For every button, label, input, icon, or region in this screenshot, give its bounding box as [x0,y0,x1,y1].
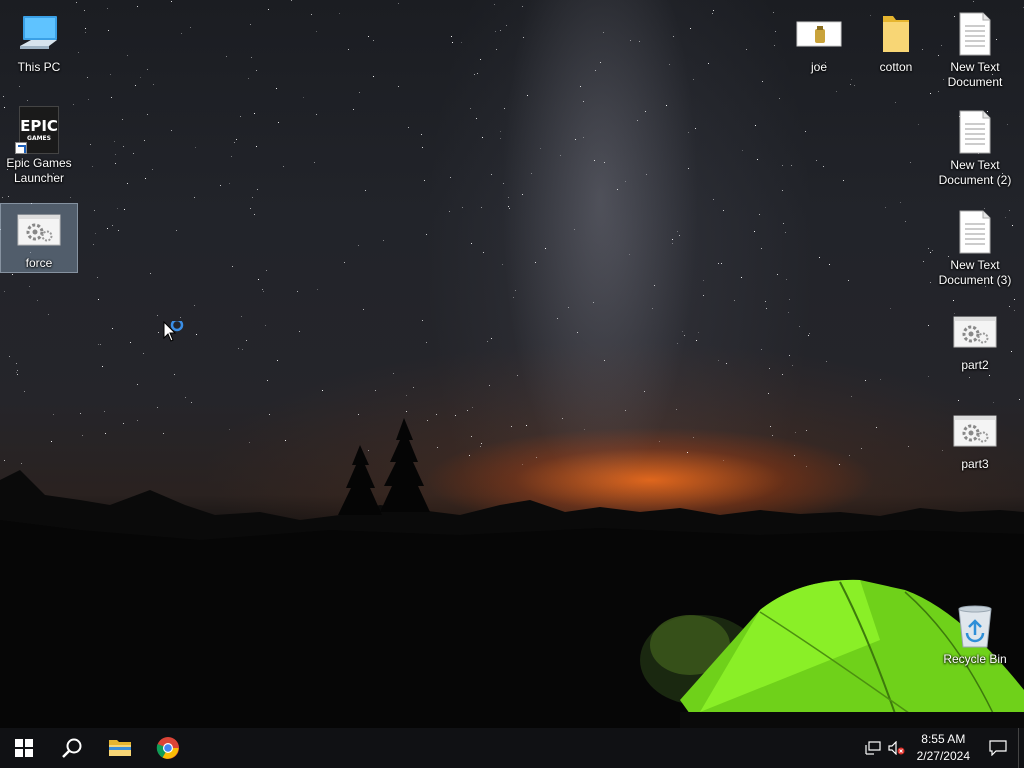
mouse-cursor-busy-icon [163,318,187,349]
show-desktop-button[interactable] [1018,728,1024,768]
desktop-icon-label: New Text Document [947,60,1003,89]
desktop-icon-joe[interactable]: joe [781,8,857,78]
windows-start-icon [15,739,33,757]
desktop-icon-label: force [25,256,53,270]
desktop-icon-part2[interactable]: part2 [937,306,1013,376]
clock-time: 8:55 AM [921,732,966,746]
epic-games-icon: EPIC GAMES [15,106,63,154]
taskbar: 8:55 AM 2/27/2024 [0,728,1024,768]
desktop-icon-this-pc[interactable]: This PC [1,8,77,78]
text-file-icon [951,208,999,256]
taskbar-clock[interactable]: 8:55 AM 2/27/2024 [909,731,978,765]
system-tray: 8:55 AM 2/27/2024 [861,728,1024,768]
desktop-icon-label: This PC [17,60,61,74]
desktop-icon-epic-games-launcher[interactable]: EPIC GAMES Epic Games Launcher [1,104,77,188]
image-file-icon [795,10,843,58]
desktop-icon-cotton[interactable]: cotton [858,8,934,78]
landscape-silhouette [0,418,1024,728]
desktop-icon-label: New Text Document (2) [938,158,1012,187]
desktop-icon-label: Recycle Bin [943,652,1007,666]
notification-icon [989,740,1007,756]
chrome-button[interactable] [144,728,192,768]
settings-file-icon [951,407,999,455]
search-button[interactable] [48,728,96,768]
network-icon[interactable] [861,728,885,768]
action-center-button[interactable] [978,728,1018,768]
desktop-icon-recycle-bin[interactable]: Recycle Bin [937,600,1013,670]
text-file-icon [951,10,999,58]
settings-file-icon [15,206,63,254]
file-explorer-icon [109,740,131,756]
desktop-icon-label: New Text Document (3) [938,258,1012,287]
chrome-icon [156,737,179,759]
desktop-icon-label: part2 [961,358,989,372]
start-button[interactable] [0,728,48,768]
text-file-icon [951,108,999,156]
computer-icon [15,10,63,58]
folder-icon [872,10,920,58]
desktop-icon-label: Epic Games Launcher [6,156,72,185]
search-icon [62,738,82,758]
desktop-icon-new-text-document[interactable]: New Text Document [937,8,1013,92]
settings-file-icon [951,308,999,356]
clock-date: 2/27/2024 [916,749,970,763]
volume-muted-icon[interactable] [885,728,909,768]
desktop-icon-new-text-document-2[interactable]: New Text Document (2) [937,106,1013,190]
desktop-icon-label: joe [810,60,827,74]
desktop-icon-part3[interactable]: part3 [937,405,1013,475]
desktop-wallpaper [0,0,1024,728]
shortcut-arrow-icon [15,142,27,154]
recycle-bin-icon [951,602,999,650]
desktop-icon-label: part3 [961,457,989,471]
desktop-icon-new-text-document-3[interactable]: New Text Document (3) [937,206,1013,290]
file-explorer-button[interactable] [96,728,144,768]
desktop-icon-label: cotton [879,60,913,74]
desktop-icon-force[interactable]: force [0,203,78,273]
